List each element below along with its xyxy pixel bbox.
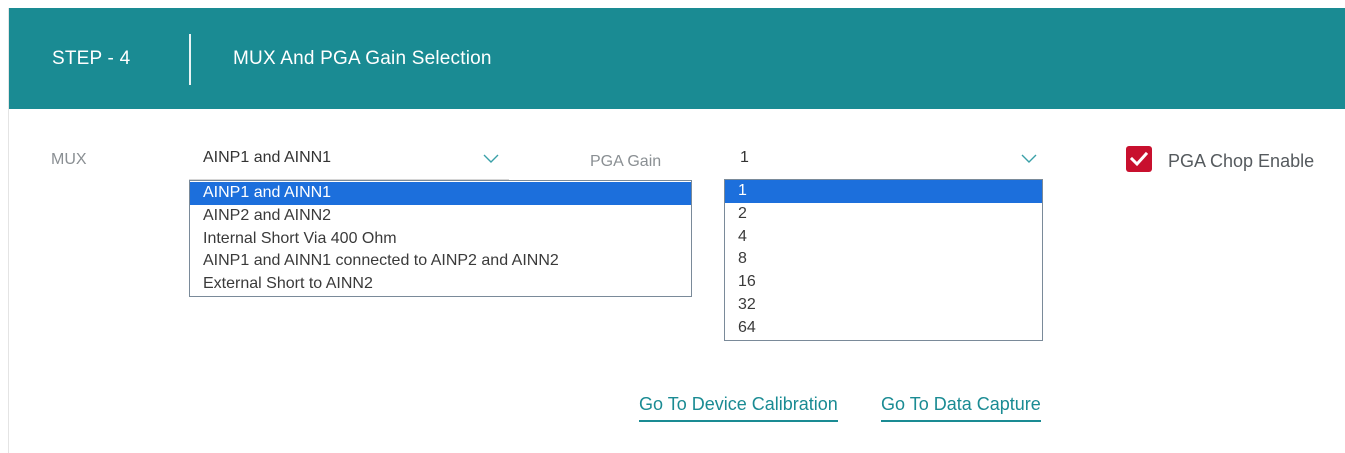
mux-option[interactable]: External Short to AINN2: [190, 273, 691, 296]
go-to-data-capture-link[interactable]: Go To Data Capture: [881, 394, 1041, 422]
chevron-down-icon[interactable]: [1021, 154, 1037, 164]
pga-chop-checkbox[interactable]: [1126, 146, 1152, 172]
pga-gain-options-list[interactable]: 1 2 4 8 16 32 64: [724, 179, 1043, 341]
go-to-device-calibration-link[interactable]: Go To Device Calibration: [639, 394, 838, 422]
mux-option[interactable]: Internal Short Via 400 Ohm: [190, 228, 691, 251]
pga-gain-option[interactable]: 1: [725, 180, 1042, 203]
checkmark-icon: [1130, 151, 1148, 167]
mux-option[interactable]: AINP1 and AINN1: [190, 182, 691, 205]
mux-select-value: AINP1 and AINN1: [203, 149, 332, 166]
mux-options-list[interactable]: AINP1 and AINN1 AINP2 and AINN2 Internal…: [189, 180, 692, 297]
step-header: STEP - 4 MUX And PGA Gain Selection: [9, 8, 1345, 109]
pga-gain-select-value: 1: [740, 149, 749, 166]
mux-option[interactable]: AINP2 and AINN2: [190, 205, 691, 228]
pga-chop-label: PGA Chop Enable: [1168, 151, 1315, 171]
pga-gain-option[interactable]: 8: [725, 248, 1042, 271]
pga-gain-option[interactable]: 2: [725, 203, 1042, 226]
pga-gain-option[interactable]: 64: [725, 317, 1042, 340]
pga-gain-label: PGA Gain: [590, 153, 662, 170]
mux-label: MUX: [51, 151, 87, 168]
pga-gain-option[interactable]: 16: [725, 271, 1042, 294]
mux-pga-panel: STEP - 4 MUX And PGA Gain Selection MUX …: [8, 8, 1345, 453]
mux-option[interactable]: AINP1 and AINN1 connected to AINP2 and A…: [190, 250, 691, 273]
header-divider: [189, 34, 191, 85]
pga-gain-option[interactable]: 4: [725, 226, 1042, 249]
step-title: MUX And PGA Gain Selection: [233, 48, 492, 69]
step-label: STEP - 4: [52, 48, 131, 69]
pga-gain-option[interactable]: 32: [725, 294, 1042, 317]
chevron-down-icon[interactable]: [483, 154, 499, 164]
